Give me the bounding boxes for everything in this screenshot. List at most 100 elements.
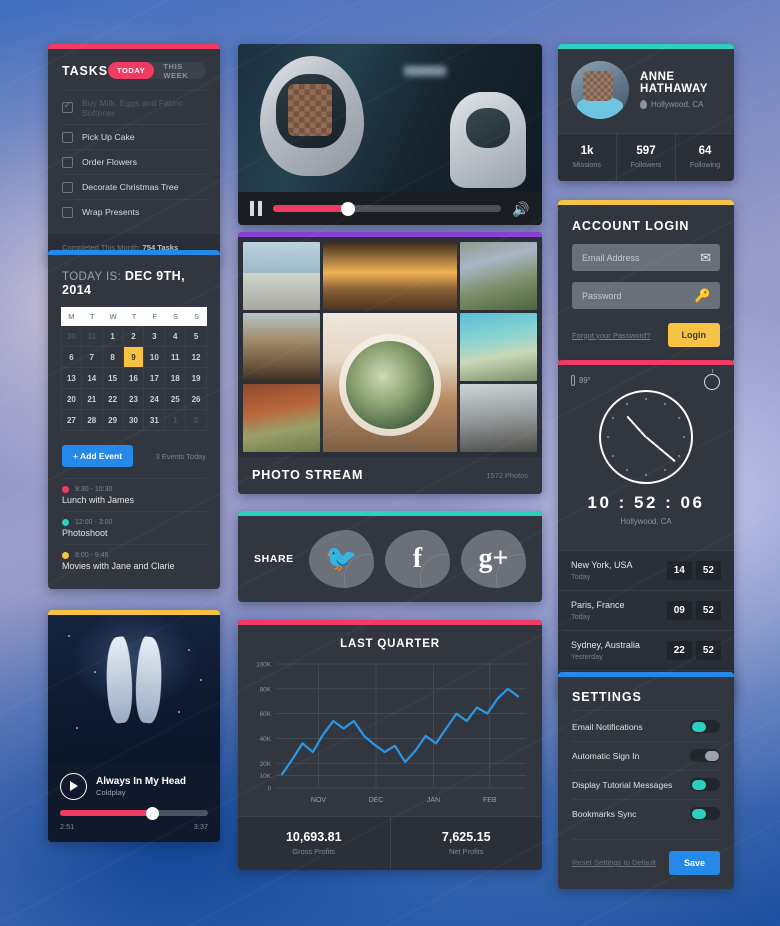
photo-thumb[interactable]: [323, 242, 457, 310]
hour-hand: [626, 415, 647, 438]
play-icon[interactable]: [60, 773, 87, 800]
calendar-day[interactable]: 25: [165, 389, 187, 410]
calendar-day[interactable]: 28: [81, 410, 103, 431]
event-item[interactable]: 9:30 - 10:30 Lunch with James: [62, 478, 206, 511]
video-frame[interactable]: [238, 44, 542, 192]
event-item[interactable]: 8:00 - 9:45 Movies with Jane and Clarie: [62, 544, 206, 577]
calendar-day[interactable]: 21: [81, 389, 103, 410]
event-item[interactable]: 12:00 - 3:00 Photoshoot: [62, 511, 206, 544]
chart-title: LAST QUARTER: [340, 638, 440, 650]
calendar-day[interactable]: 23: [123, 389, 145, 410]
calendar-week: 30 31 1 2 3 4 5: [61, 326, 207, 347]
setting-row: Email Notifications: [572, 710, 720, 741]
calendar-day[interactable]: 2: [123, 326, 145, 347]
photo-thumb-featured[interactable]: [323, 313, 457, 452]
setting-toggle[interactable]: [690, 807, 720, 820]
task-item[interactable]: Pick Up Cake: [62, 124, 206, 149]
world-clock-row[interactable]: Sydney, Australia Yesterday 22 52: [558, 630, 734, 670]
profile-stats: 1k Missions 597 Followers 64 Following: [558, 133, 734, 181]
calendar-day[interactable]: 29: [102, 410, 124, 431]
setting-toggle[interactable]: [690, 778, 720, 791]
googleplus-icon[interactable]: g+: [460, 530, 526, 588]
calendar-day[interactable]: 5: [186, 326, 207, 347]
reset-settings-link[interactable]: Reset Settings to Default: [572, 858, 656, 867]
calendar-day[interactable]: 30: [123, 410, 145, 431]
photo-thumb[interactable]: [460, 384, 537, 452]
tab-this-week[interactable]: THIS WEEK: [154, 62, 206, 79]
calendar-day[interactable]: 19: [186, 368, 207, 389]
calendar-day[interactable]: 7: [81, 347, 103, 368]
setting-toggle[interactable]: [690, 720, 720, 733]
calendar-day[interactable]: 24: [144, 389, 166, 410]
calendar-day[interactable]: 22: [102, 389, 124, 410]
calendar-grid: MTWTFSS 30 31 1 2 3 4 5 6 7 8 9 10 11 12 13 14 15 16 17 18 1…: [61, 307, 207, 431]
video-progress-slider[interactable]: [273, 201, 501, 216]
digital-time: 10 : 52 : 06: [587, 493, 705, 512]
calendar-dow: S: [194, 312, 200, 321]
clock-tick: [683, 436, 685, 438]
calendar-day-selected[interactable]: 9: [123, 347, 145, 368]
photo-thumb[interactable]: [243, 384, 320, 452]
calendar-day[interactable]: 14: [81, 368, 103, 389]
login-button[interactable]: Login: [667, 323, 720, 347]
twitter-icon[interactable]: 🐦: [308, 530, 374, 588]
task-checkbox[interactable]: [62, 156, 73, 168]
setting-row: Bookmarks Sync: [572, 798, 720, 828]
world-clock-row[interactable]: New York, USA Today 14 52: [558, 550, 734, 590]
calendar-day[interactable]: 31: [81, 326, 103, 347]
calendar-day[interactable]: 1: [165, 410, 187, 431]
calendar-day[interactable]: 31: [144, 410, 166, 431]
chart-stat: 10,693.81 Gross Profits: [238, 817, 390, 870]
photo-thumb[interactable]: [243, 313, 320, 381]
calendar-day[interactable]: 16: [123, 368, 145, 389]
setting-toggle[interactable]: [690, 749, 720, 762]
video-progress-knob[interactable]: [341, 201, 356, 216]
calendar-day[interactable]: 11: [165, 347, 187, 368]
photo-thumb[interactable]: [460, 242, 537, 310]
email-field[interactable]: [572, 244, 720, 271]
task-item[interactable]: Wrap Presents: [62, 199, 206, 224]
calendar-day[interactable]: 13: [61, 368, 82, 389]
task-item[interactable]: Decorate Christmas Tree: [62, 174, 206, 199]
music-progress-knob[interactable]: [145, 806, 159, 820]
chart-line-series: [280, 687, 520, 776]
speaker-icon[interactable]: 🔊: [512, 202, 530, 216]
photo-thumb[interactable]: [460, 313, 537, 381]
profile-stat: 1k Missions: [558, 134, 616, 181]
facebook-icon[interactable]: f: [384, 530, 450, 588]
pause-icon[interactable]: [250, 201, 262, 216]
task-checkbox[interactable]: [62, 206, 73, 218]
music-progress-slider[interactable]: [60, 806, 208, 820]
task-checkbox[interactable]: [62, 181, 73, 193]
calendar-day[interactable]: 15: [102, 368, 124, 389]
save-button[interactable]: Save: [668, 850, 720, 875]
calendar-day[interactable]: 6: [61, 347, 82, 368]
world-clock-row[interactable]: Paris, France Today 09 52: [558, 590, 734, 630]
task-item[interactable]: Buy Milk, Eggs and Fabric Softener: [62, 90, 206, 124]
forgot-password-link[interactable]: Forgot your Password?: [572, 331, 651, 340]
photo-thumb[interactable]: [243, 242, 320, 310]
tab-today[interactable]: TODAY: [107, 62, 155, 79]
calendar-day[interactable]: 26: [186, 389, 207, 410]
task-checkbox[interactable]: [62, 131, 73, 143]
calendar-day[interactable]: 12: [186, 347, 207, 368]
calendar-day[interactable]: 10: [144, 347, 166, 368]
music-player-widget: Always In My Head Coldplay 2:51 3:37: [48, 610, 220, 842]
calendar-day[interactable]: 27: [61, 410, 82, 431]
profile-location-text: Hollywood, CA: [651, 100, 704, 109]
calendar-day[interactable]: 8: [102, 347, 124, 368]
calendar-day[interactable]: 17: [144, 368, 166, 389]
second-astronaut-shape: [450, 92, 526, 188]
task-checkbox[interactable]: [62, 100, 73, 113]
avatar[interactable]: [571, 61, 629, 119]
calendar-day[interactable]: 18: [165, 368, 187, 389]
calendar-day[interactable]: 3: [144, 326, 166, 347]
add-event-button[interactable]: + Add Event: [62, 445, 134, 467]
tasks-range-tabs[interactable]: TODAY THIS WEEK: [107, 62, 206, 79]
calendar-day[interactable]: 1: [102, 326, 124, 347]
calendar-day[interactable]: 30: [61, 326, 82, 347]
calendar-day[interactable]: 2: [186, 410, 207, 431]
task-item[interactable]: Order Flowers: [62, 149, 206, 174]
calendar-day[interactable]: 20: [61, 389, 82, 410]
calendar-day[interactable]: 4: [165, 326, 187, 347]
